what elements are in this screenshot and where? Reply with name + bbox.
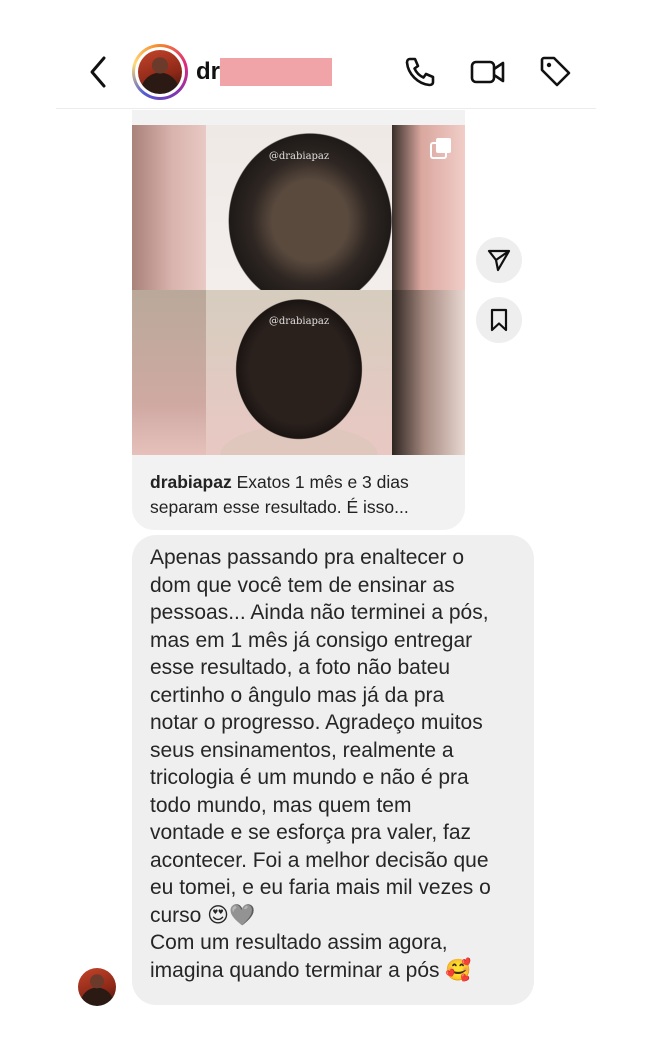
video-icon [470, 60, 505, 84]
tag-icon [540, 56, 571, 87]
message-line: eu tomei, e eu faria mais mil vezes o [150, 876, 491, 899]
message-line: mas em 1 mês já consigo entregar [150, 628, 473, 652]
profile-avatar[interactable] [132, 44, 188, 100]
chat-username[interactable]: dr [196, 58, 220, 86]
send-icon [487, 249, 511, 272]
message-line: certinho o ângulo mas já da pra [150, 683, 445, 707]
share-button[interactable] [476, 237, 522, 283]
sender-avatar[interactable] [78, 968, 116, 1006]
after-photo: @drabiapaz [206, 290, 392, 455]
save-button[interactable] [476, 297, 522, 343]
message-line: imagina quando terminar a pós 🥰 [150, 958, 472, 982]
avatar-image [138, 50, 182, 94]
caption-text-line2: separam esse resultado. É isso... [150, 497, 409, 517]
after-photo-row: @drabiapaz [132, 290, 465, 455]
shared-post-caption: drabiapaz Exatos 1 mês e 3 dias separam … [150, 470, 450, 520]
before-photo: @drabiapaz [206, 125, 392, 290]
bookmark-icon [490, 308, 508, 332]
before-photo-row: @drabiapaz [132, 125, 465, 290]
message-line: todo mundo, mas quem tem [150, 793, 412, 817]
message-line: esse resultado, a foto não bateu [150, 656, 451, 679]
message-line: seus ensinamentos, realmente a [150, 738, 454, 762]
message-line: tricologia é um mundo e não é pra [150, 766, 469, 789]
message-line: Com um resultado assim agora, [150, 931, 448, 954]
shared-post-image[interactable]: @drabiapaz @drabiapaz [132, 125, 465, 455]
message-line: pessoas... Ainda não terminei a pós, [150, 601, 489, 624]
caption-text-line1: Exatos 1 mês e 3 dias [231, 472, 409, 492]
back-button[interactable] [84, 52, 114, 92]
message-line: Apenas passando pra enaltecer o [150, 546, 465, 569]
message-line: acontecer. Foi a melhor decisão que [150, 848, 489, 872]
phone-icon [405, 57, 435, 87]
watermark-bottom: @drabiapaz [268, 316, 330, 327]
watermark-top: @drabiapaz [268, 151, 330, 162]
message-line: notar o progresso. Agradeço muitos [150, 711, 483, 734]
redacted-username [220, 58, 332, 86]
caption-username[interactable]: drabiapaz [150, 472, 232, 492]
chat-header: dr [0, 0, 650, 110]
tag-button[interactable] [538, 54, 574, 90]
message-line: curso 😍🩶 [150, 903, 256, 927]
message-text: Apenas passando pra enaltecer o dom que … [150, 544, 530, 984]
multiple-photos-icon [430, 137, 452, 159]
video-call-button[interactable] [470, 54, 506, 90]
message-line: vontade e se esforça pra valer, faz [150, 821, 472, 844]
message-line: dom que você tem de ensinar as [150, 573, 455, 597]
header-divider [56, 108, 596, 109]
back-icon [90, 56, 106, 88]
phone-call-button[interactable] [402, 54, 438, 90]
